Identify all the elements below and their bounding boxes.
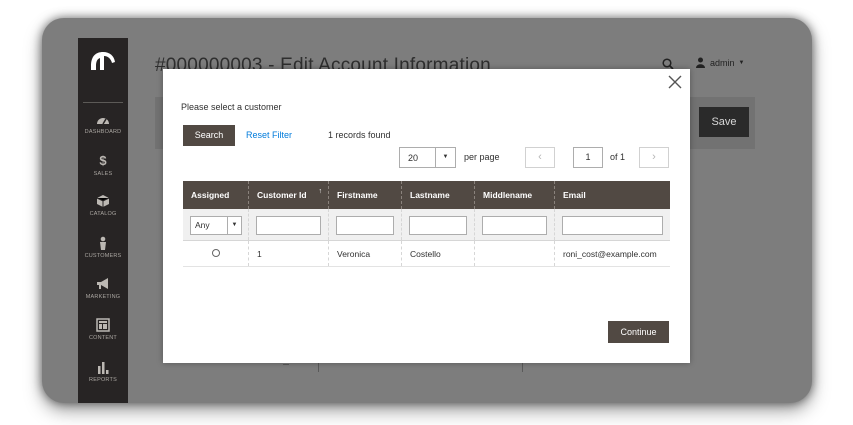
sidebar-item-label: CATALOG [89, 211, 117, 217]
sidebar-item-label: CUSTOMERS [84, 253, 122, 259]
assigned-filter-value: Any [195, 220, 210, 230]
logo-divider [83, 102, 123, 103]
page-total: of 1 [610, 152, 626, 162]
cell-middlename [475, 241, 555, 266]
email-filter-input[interactable] [562, 216, 663, 235]
filter-cell-lastname [402, 209, 475, 240]
sidebar-item-dashboard[interactable]: DASHBOARD [78, 112, 128, 135]
layout-icon [96, 318, 110, 332]
megaphone-icon [97, 278, 108, 289]
filter-cell-assigned: Any ▼ [183, 209, 249, 240]
table-row[interactable]: 1 Veronica Costello roni_cost@example.co… [183, 241, 670, 267]
user-icon [696, 57, 705, 68]
per-page-select[interactable]: 20 ▼ [399, 147, 456, 168]
per-page-label: per page [464, 152, 500, 162]
chevron-down-icon: ▼ [435, 148, 455, 167]
filter-cell-firstname [329, 209, 402, 240]
select-customer-modal: Please select a customer Search Reset Fi… [163, 69, 690, 363]
cell-firstname: Veronica [329, 241, 402, 266]
firstname-filter-input[interactable] [336, 216, 394, 235]
sidebar-item-label: MARKETING [85, 294, 121, 300]
cube-icon [96, 195, 110, 207]
sidebar-item-catalog[interactable]: CATALOG [78, 194, 128, 217]
cell-email: roni_cost@example.com [563, 249, 657, 259]
column-header-customer-id[interactable]: Customer Id ↑ [249, 181, 329, 209]
sidebar-item-marketing[interactable]: MARKETING [78, 277, 128, 300]
admin-account-menu[interactable]: admin ▼ [695, 57, 744, 68]
column-header-label: Customer Id [257, 190, 307, 200]
close-icon[interactable] [668, 75, 682, 89]
grid-header-row: Assigned Customer Id ↑ Firstname Lastnam… [183, 181, 670, 209]
cell-assigned [183, 241, 249, 266]
sidebar-item-label: SALES [93, 171, 113, 177]
dashboard-icon [97, 118, 109, 125]
next-page-button[interactable]: › [639, 147, 669, 168]
sidebar-item-label: CONTENT [89, 335, 117, 341]
search-button[interactable]: Search [183, 125, 235, 146]
middlename-filter-input[interactable] [482, 216, 547, 235]
cell-lastname: Costello [402, 241, 475, 266]
lastname-filter-input[interactable] [409, 216, 467, 235]
sidebar-item-reports[interactable]: REPORTS [78, 360, 128, 383]
column-header-firstname[interactable]: Firstname [329, 181, 402, 209]
save-button[interactable]: Save [699, 107, 749, 137]
chevron-right-icon: › [652, 151, 656, 163]
sidebar-item-customers[interactable]: CUSTOMERS [78, 236, 128, 259]
sidebar-item-label: DASHBOARD [84, 129, 122, 135]
person-icon [100, 236, 106, 250]
admin-username: admin [710, 57, 735, 68]
reset-filter-link[interactable]: Reset Filter [246, 130, 292, 140]
sidebar-item-sales[interactable]: $ SALES [78, 153, 128, 178]
filter-cell-middlename [475, 209, 555, 240]
sidebar-item-label: REPORTS [89, 377, 117, 383]
sidebar-item-content[interactable]: CONTENT [78, 318, 128, 341]
assigned-filter-select[interactable]: Any ▼ [190, 216, 242, 235]
assign-radio[interactable] [211, 249, 220, 257]
column-header-assigned[interactable]: Assigned [183, 181, 249, 209]
records-found-count: 1 records found [328, 130, 391, 140]
chevron-down-icon: ▼ [738, 59, 745, 66]
background-divider [283, 364, 289, 365]
sort-ascending-icon: ↑ [318, 188, 323, 195]
filter-cell-customer-id [249, 209, 329, 240]
column-header-email[interactable]: Email [555, 181, 670, 209]
cell-customer-id: 1 [249, 241, 329, 266]
continue-button[interactable]: Continue [608, 321, 669, 343]
customer-id-filter-input[interactable] [256, 216, 321, 235]
column-header-lastname[interactable]: Lastname [402, 181, 475, 209]
previous-page-button[interactable]: ‹ [525, 147, 555, 168]
bar-chart-icon [98, 362, 109, 374]
page-number-input[interactable]: 1 [573, 147, 603, 168]
magento-logo-icon [91, 52, 115, 70]
grid-filter-row: Any ▼ [183, 209, 670, 241]
column-header-middlename[interactable]: Middlename [475, 181, 555, 209]
dollar-icon: $ [99, 153, 107, 168]
per-page-value: 20 [408, 153, 419, 163]
customer-grid: Assigned Customer Id ↑ Firstname Lastnam… [183, 181, 670, 267]
modal-title: Please select a customer [181, 102, 282, 112]
chevron-down-icon: ▼ [227, 217, 241, 234]
filter-cell-email [555, 209, 670, 240]
chevron-left-icon: ‹ [538, 151, 542, 163]
admin-sidebar: DASHBOARD $ SALES CATALOG CUSTOMERS MARK… [78, 38, 128, 403]
